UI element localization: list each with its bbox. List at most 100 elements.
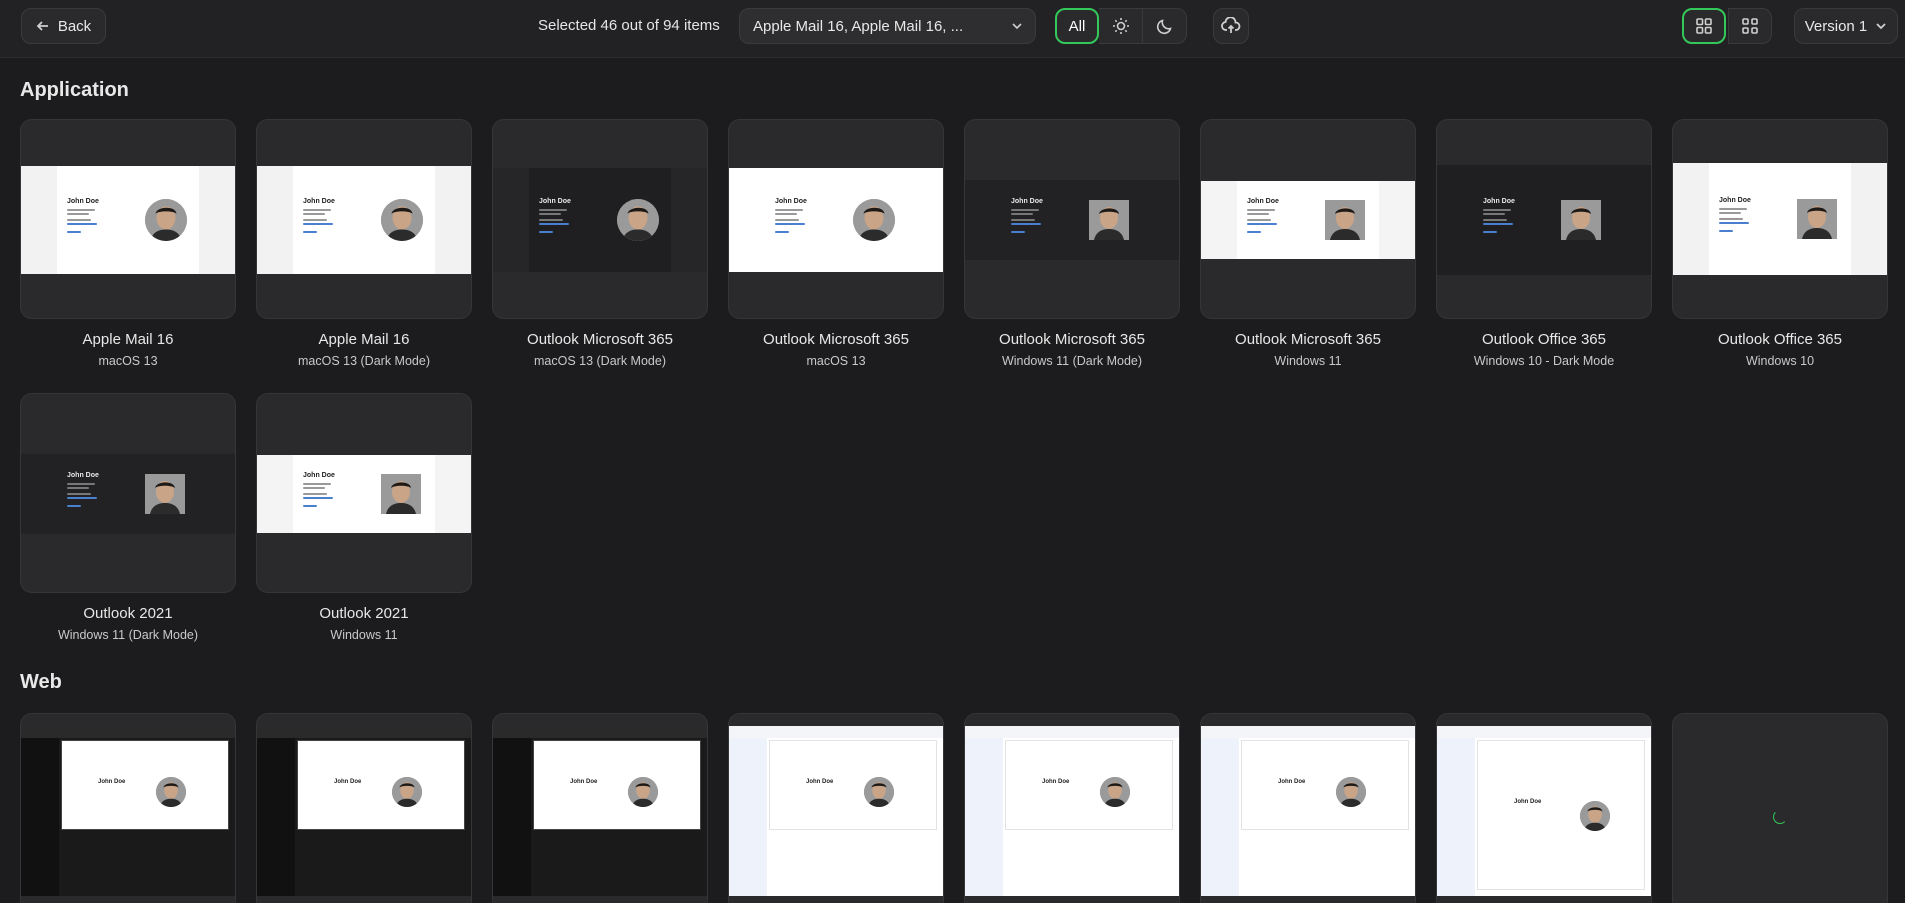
client-platform: Windows 11 (Dark Mode) [57, 628, 199, 642]
signature-text-line [1011, 213, 1033, 215]
cloud-upload-button[interactable] [1213, 8, 1249, 44]
client-select-dropdown[interactable]: Apple Mail 16, Apple Mail 16, ... [739, 8, 1036, 44]
signature-text-line [1483, 213, 1505, 215]
person-photo-icon [1325, 200, 1365, 240]
webmail-header [257, 726, 471, 738]
signature-name: John Doe [1719, 197, 1751, 204]
grid-small-view-button[interactable] [1728, 8, 1772, 44]
webmail-sidebar [21, 726, 59, 896]
web-preview-card[interactable]: John Doe [728, 713, 944, 903]
signature-preview: John Doe [1201, 181, 1415, 259]
signature-text-line [303, 223, 333, 225]
web-preview-card[interactable]: John Doe [20, 713, 236, 903]
avatar [1325, 200, 1365, 240]
app-preview-card[interactable]: John Doe [728, 119, 944, 319]
person-photo-icon [1580, 801, 1610, 831]
person-photo-icon [1561, 200, 1601, 240]
app-preview-card[interactable]: John Doe [1672, 119, 1888, 319]
signature-text-line [1247, 231, 1261, 233]
client-platform: macOS 13 [98, 354, 158, 368]
section-title-application: Application [20, 79, 129, 101]
avatar [145, 474, 185, 514]
webmail-sidebar [1437, 726, 1475, 896]
signature-name: John Doe [775, 198, 807, 205]
signature-name: John Doe [1483, 198, 1515, 205]
app-preview-card[interactable]: John Doe [256, 119, 472, 319]
webmail-screenshot: John Doe [1201, 726, 1415, 896]
avatar [381, 199, 423, 241]
signature-name: John Doe [1011, 198, 1043, 205]
app-preview-card[interactable]: John Doe [20, 119, 236, 319]
client-name: Outlook Office 365 [1718, 331, 1842, 348]
color-mode-toggle: All [1055, 8, 1187, 44]
person-photo-icon [1797, 199, 1837, 239]
person-photo-icon [145, 474, 185, 514]
signature-preview: John Doe [493, 168, 707, 272]
client-name: Apple Mail 16 [318, 331, 410, 348]
sun-icon [1112, 18, 1129, 34]
version-select[interactable]: Version 1 [1794, 8, 1898, 44]
client-platform: macOS 13 (Dark Mode) [534, 354, 666, 368]
mode-all-button[interactable]: All [1055, 8, 1099, 44]
web-preview-card[interactable]: John Doe [1436, 713, 1652, 903]
app-preview-card[interactable]: John Doe [20, 393, 236, 593]
client-name: Apple Mail 16 [82, 331, 174, 348]
app-card-caption: Outlook Microsoft 365 Windows 11 [1200, 331, 1416, 368]
webmail-sidebar [1201, 726, 1239, 896]
grid-large-view-button[interactable] [1682, 8, 1726, 44]
signature-preview: John Doe [965, 180, 1179, 260]
app-preview-card[interactable]: John Doe [1200, 119, 1416, 319]
signature-text-line [67, 493, 91, 495]
signature-name: John Doe [1278, 779, 1306, 785]
client-platform: macOS 13 [806, 354, 866, 368]
signature-text-line [775, 231, 789, 233]
signature-text-line [539, 231, 553, 233]
web-preview-card[interactable]: John Doe [492, 713, 708, 903]
moon-icon [1156, 19, 1172, 35]
client-name: Outlook Microsoft 365 [763, 331, 909, 348]
signature-text-line [303, 483, 331, 485]
app-preview-card[interactable]: John Doe [1436, 119, 1652, 319]
signature-name: John Doe [1514, 799, 1542, 805]
selection-count: Selected 46 out of 94 items [538, 17, 720, 34]
signature-text-line [539, 209, 567, 211]
signature-text-line [1011, 209, 1039, 211]
webmail-screenshot: John Doe [729, 726, 943, 896]
signature-text-line [303, 505, 317, 507]
person-photo-icon [381, 474, 421, 514]
signature-name: John Doe [303, 472, 335, 479]
avatar [381, 474, 421, 514]
signature-text-line [67, 213, 89, 215]
signature-text-line [1719, 212, 1741, 214]
webmail-screenshot: John Doe [21, 726, 235, 896]
app-preview-card[interactable]: John Doe [256, 393, 472, 593]
web-preview-card[interactable]: John Doe [256, 713, 472, 903]
webmail-screenshot: John Doe [1437, 726, 1651, 896]
app-preview-card[interactable]: John Doe [492, 119, 708, 319]
arrow-left-icon [36, 21, 48, 31]
signature-preview: John Doe [21, 166, 235, 274]
back-button[interactable]: Back [21, 8, 106, 44]
client-platform: Windows 11 [330, 628, 398, 642]
signature-preview: John Doe [1673, 163, 1887, 275]
person-photo-icon [853, 199, 895, 241]
dark-mode-button[interactable] [1143, 8, 1187, 44]
app-preview-card[interactable]: John Doe [964, 119, 1180, 319]
person-photo-icon [864, 777, 894, 807]
web-preview-card[interactable]: John Doe [1200, 713, 1416, 903]
person-photo-icon [1336, 777, 1366, 807]
signature-text-line [775, 213, 797, 215]
signature-name: John Doe [98, 779, 126, 785]
web-preview-card[interactable] [1672, 713, 1888, 903]
version-label: Version 1 [1804, 17, 1868, 35]
app-card-caption: Outlook Office 365 Windows 10 [1672, 331, 1888, 368]
webmail-sidebar [729, 726, 767, 896]
app-card-caption: Outlook 2021 Windows 11 [256, 605, 472, 642]
person-photo-icon [617, 199, 659, 241]
avatar [617, 199, 659, 241]
signature-name: John Doe [67, 198, 99, 205]
signature-text-line [303, 231, 317, 233]
light-mode-button[interactable] [1099, 8, 1143, 44]
web-preview-card[interactable]: John Doe [964, 713, 1180, 903]
person-photo-icon [145, 199, 187, 241]
